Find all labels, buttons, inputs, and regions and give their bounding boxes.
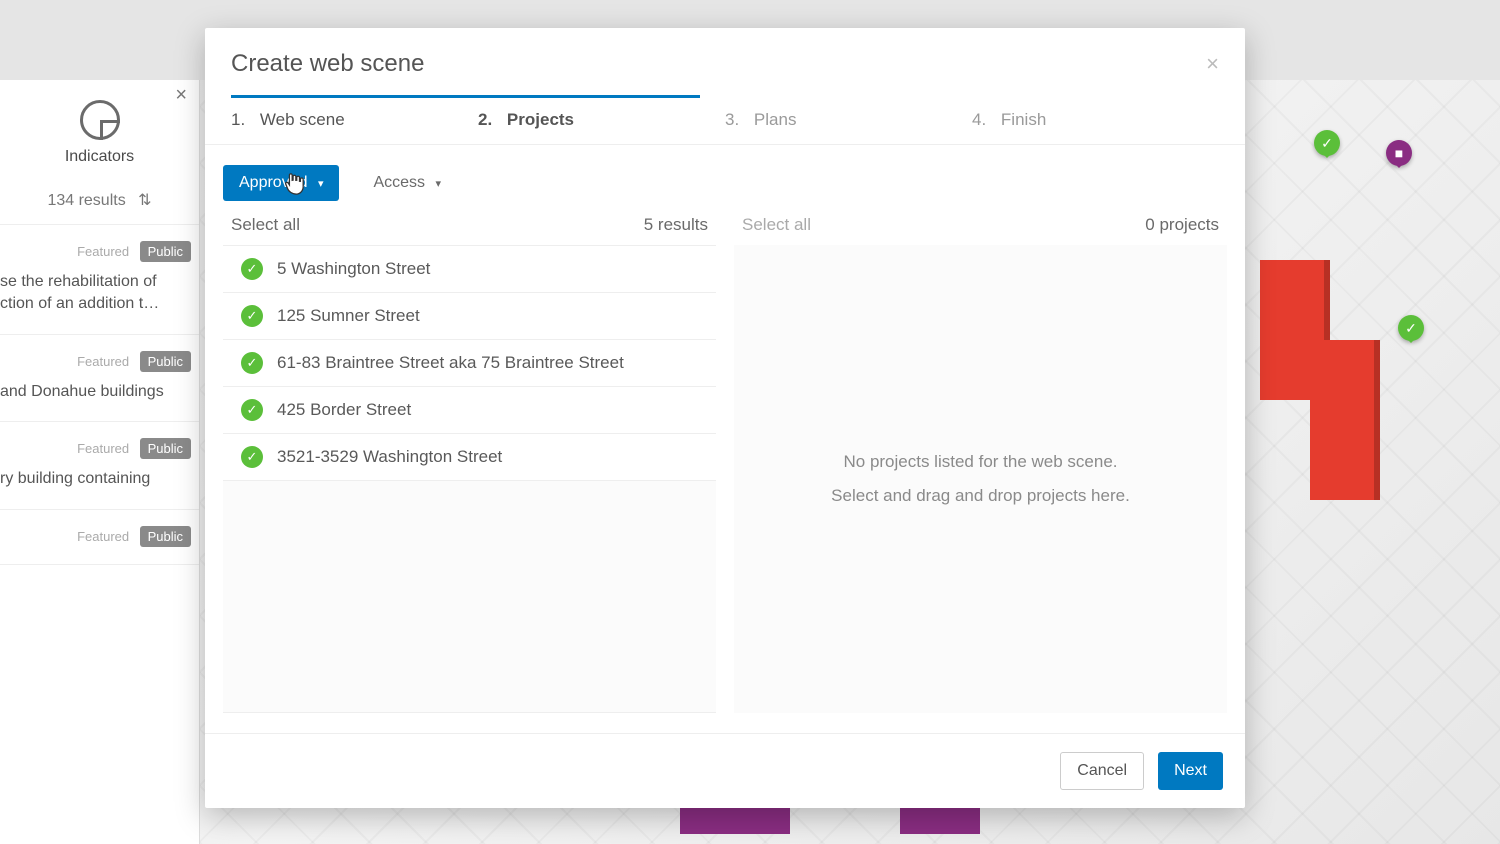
project-name: 61-83 Braintree Street aka 75 Braintree … xyxy=(277,353,624,373)
list-item[interactable]: ✓ 125 Sumner Street xyxy=(223,293,716,340)
step-plans[interactable]: 3. Plans xyxy=(725,96,972,144)
available-projects-column: Select all 5 results ✓ 5 Washington Stre… xyxy=(223,215,716,713)
list-item[interactable]: ✓ 425 Border Street xyxy=(223,387,716,434)
modal-body: Approved ▾ Access ▾ Select all 5 results xyxy=(205,145,1245,733)
project-name: 3521-3529 Washington Street xyxy=(277,447,502,467)
step-finish[interactable]: 4. Finish xyxy=(972,96,1219,144)
check-circle-icon: ✓ xyxy=(241,305,263,327)
access-label: Access xyxy=(373,174,425,191)
step-number: 2. xyxy=(478,110,492,129)
empty-text-line1: No projects listed for the web scene. xyxy=(843,452,1117,472)
project-name: 425 Border Street xyxy=(277,400,411,420)
check-circle-icon: ✓ xyxy=(241,258,263,280)
step-label: Plans xyxy=(754,110,797,129)
list-item[interactable]: ✓ 61-83 Braintree Street aka 75 Braintre… xyxy=(223,340,716,387)
available-projects-list[interactable]: ✓ 5 Washington Street ✓ 125 Sumner Stree… xyxy=(223,245,716,713)
list-item[interactable]: ✓ 3521-3529 Washington Street xyxy=(223,434,716,481)
projects-dropzone[interactable]: No projects listed for the web scene. Se… xyxy=(734,245,1227,713)
wizard-steps: 1. Web scene 2. Projects 3. Plans 4. Fin… xyxy=(205,96,1245,145)
list-item[interactable]: ✓ 5 Washington Street xyxy=(223,246,716,293)
step-label: Finish xyxy=(1001,110,1046,129)
check-circle-icon: ✓ xyxy=(241,352,263,374)
step-web-scene[interactable]: 1. Web scene xyxy=(231,96,478,144)
step-label: Projects xyxy=(507,110,574,129)
select-all-link[interactable]: Select all xyxy=(231,215,300,235)
project-name: 5 Washington Street xyxy=(277,259,430,279)
approved-filter-button[interactable]: Approved ▾ xyxy=(223,165,339,201)
step-number: 1. xyxy=(231,110,245,129)
check-circle-icon: ✓ xyxy=(241,399,263,421)
project-name: 125 Sumner Street xyxy=(277,306,420,326)
results-count: 5 results xyxy=(644,215,708,235)
select-all-link[interactable]: Select all xyxy=(742,215,811,235)
caret-down-icon: ▾ xyxy=(318,178,324,190)
create-web-scene-modal: Create web scene × 1. Web scene 2. Proje… xyxy=(205,28,1245,808)
access-filter-button[interactable]: Access ▾ xyxy=(357,165,457,201)
filter-row: Approved ▾ Access ▾ xyxy=(223,165,1227,201)
close-icon[interactable]: × xyxy=(1206,51,1219,77)
step-number: 4. xyxy=(972,110,986,129)
step-projects[interactable]: 2. Projects xyxy=(478,96,725,144)
approved-label: Approved xyxy=(239,174,308,191)
cancel-button[interactable]: Cancel xyxy=(1060,752,1144,790)
project-columns: Select all 5 results ✓ 5 Washington Stre… xyxy=(223,215,1227,713)
selected-projects-column: Select all 0 projects No projects listed… xyxy=(734,215,1227,713)
next-button[interactable]: Next xyxy=(1158,752,1223,790)
step-label: Web scene xyxy=(260,110,345,129)
modal-header: Create web scene × xyxy=(205,28,1245,96)
selected-count: 0 projects xyxy=(1145,215,1219,235)
check-circle-icon: ✓ xyxy=(241,446,263,468)
modal-footer: Cancel Next xyxy=(205,733,1245,808)
step-number: 3. xyxy=(725,110,739,129)
modal-title: Create web scene xyxy=(231,50,424,78)
empty-text-line2: Select and drag and drop projects here. xyxy=(831,486,1130,506)
caret-down-icon: ▾ xyxy=(436,178,442,190)
